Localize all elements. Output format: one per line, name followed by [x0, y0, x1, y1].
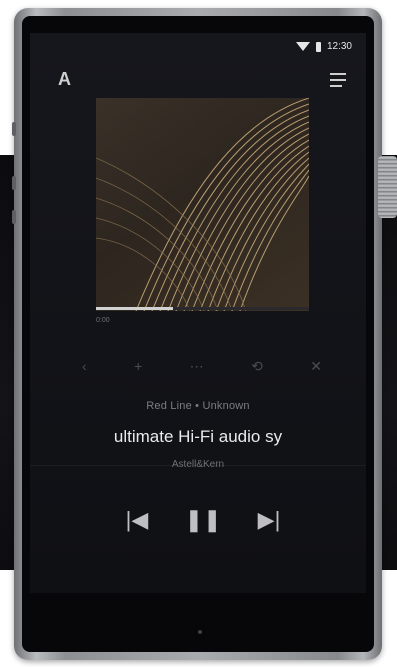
volume-wheel[interactable]	[378, 156, 397, 218]
previous-button[interactable]: |◀	[120, 503, 154, 537]
elapsed-time: 0:00	[96, 317, 110, 324]
status-bar: 12:30	[295, 41, 352, 52]
status-time: 12:30	[326, 41, 352, 52]
transport-controls: |◀ ❚❚ ▶|	[120, 503, 286, 537]
more-icon[interactable]: ⋯	[190, 358, 204, 375]
player-screen: 12:30 A 0:00 ‹ + ⋯ ⟲ ✕ Red Line • Unknow…	[30, 33, 366, 593]
battery-icon	[315, 41, 321, 52]
pause-button[interactable]: ❚❚	[184, 503, 222, 537]
side-button-middle[interactable]	[12, 176, 16, 190]
brand-logo[interactable]: A	[58, 69, 71, 90]
wifi-icon	[295, 42, 310, 51]
track-artist: Red Line • Unknown	[146, 400, 250, 412]
shuffle-icon[interactable]: ✕	[310, 358, 322, 375]
track-title: ultimate Hi-Fi audio sy	[113, 427, 283, 446]
back-icon[interactable]: ‹	[82, 358, 87, 375]
track-album: Astell&Kern	[171, 459, 225, 470]
album-art	[96, 98, 309, 311]
repeat-icon[interactable]: ⟲	[251, 358, 263, 375]
add-icon[interactable]: +	[134, 358, 142, 375]
pause-icon: ❚❚	[184, 507, 222, 532]
album-art-graphic	[96, 98, 309, 311]
side-button-top[interactable]	[12, 122, 16, 136]
home-indicator[interactable]	[198, 630, 202, 634]
progress-fill	[96, 307, 173, 310]
side-button-bottom[interactable]	[12, 210, 16, 224]
progress-bar[interactable]	[96, 307, 309, 310]
previous-icon: |◀	[125, 507, 149, 532]
next-button[interactable]: ▶|	[252, 503, 286, 537]
page: 12:30 A 0:00 ‹ + ⋯ ⟲ ✕ Red Line • Unknow…	[0, 0, 397, 667]
next-icon: ▶|	[257, 507, 281, 532]
secondary-controls: ‹ + ⋯ ⟲ ✕	[82, 358, 322, 375]
menu-icon[interactable]	[330, 73, 346, 87]
